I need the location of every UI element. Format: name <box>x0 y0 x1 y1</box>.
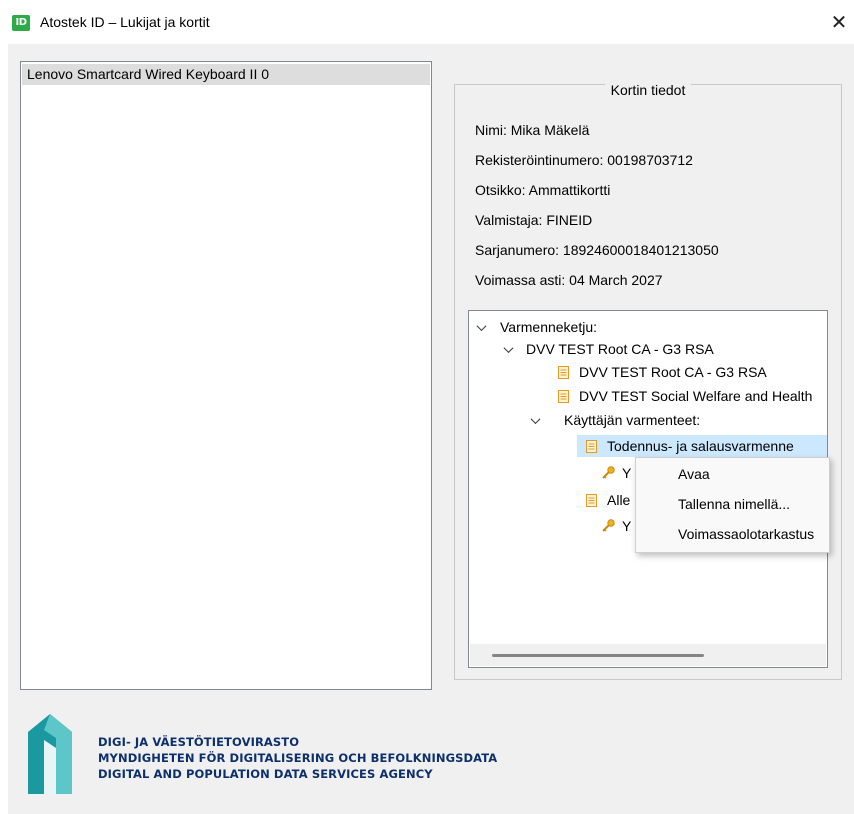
card-holder-name: Nimi: Mika Mäkelä <box>475 122 590 138</box>
tree-node-label: Käyttäjän varmenteet: <box>564 412 701 428</box>
agency-name-sv: MYNDIGHETEN FÖR DIGITALISERING OCH BEFOL… <box>98 751 498 765</box>
tree-node-label: Y <box>622 518 632 534</box>
horizontal-scrollbar[interactable] <box>470 644 826 666</box>
tree-node-label: Todennus- ja salausvarmenne <box>607 438 794 454</box>
id-badge-icon: ID <box>12 15 30 31</box>
menu-item-validity-check[interactable]: Voimassaolotarkastus <box>678 521 814 547</box>
window-title: Atostek ID – Lukijat ja kortit <box>40 14 210 30</box>
card-valid-until: Voimassa asti: 04 March 2027 <box>475 272 663 288</box>
dialog-body: Lenovo Smartcard Wired Keyboard II 0 Kor… <box>8 44 854 814</box>
scrollbar-thumb[interactable] <box>492 654 704 657</box>
tree-node-label: DVV TEST Root CA - G3 RSA <box>526 341 714 357</box>
agency-name-fi: DIGI- JA VÄESTÖTIETOVIRASTO <box>98 735 300 749</box>
tree-node-label: Alle <box>607 492 631 508</box>
card-manufacturer: Valmistaja: FINEID <box>475 212 593 228</box>
reader-list-item[interactable]: Lenovo Smartcard Wired Keyboard II 0 <box>22 64 430 85</box>
key-icon <box>602 466 615 479</box>
tree-node-ca-cert[interactable]: DVV TEST Social Welfare and Health <box>469 385 827 407</box>
close-icon: ✕ <box>830 12 848 34</box>
agency-name-en: DIGITAL AND POPULATION DATA SERVICES AGE… <box>98 767 433 781</box>
tree-node-label: Y <box>622 465 632 481</box>
title-bar: ID Atostek ID – Lukijat ja kortit ✕ <box>0 0 854 44</box>
tree-node-user-certs[interactable]: Käyttäjän varmenteet: <box>469 409 827 431</box>
tree-node-auth-cert[interactable]: Todennus- ja salausvarmenne <box>469 435 827 457</box>
chevron-down-icon[interactable] <box>475 316 487 338</box>
card-info-legend: Kortin tiedot <box>455 82 841 98</box>
certificate-icon <box>586 440 597 453</box>
menu-item-save-as[interactable]: Tallenna nimellä... <box>678 491 790 517</box>
card-title: Otsikko: Ammattikortti <box>475 182 611 198</box>
tree-node-label: DVV TEST Social Welfare and Health <box>579 388 813 404</box>
close-button[interactable]: ✕ <box>824 8 854 38</box>
certificate-icon <box>586 494 597 507</box>
certificate-icon <box>558 366 569 379</box>
certificate-icon <box>558 390 569 403</box>
chevron-down-icon[interactable] <box>529 409 541 431</box>
tree-node-label: Varmenneketju: <box>500 319 598 335</box>
tree-node-chain[interactable]: Varmenneketju: <box>469 316 827 338</box>
tree-node-label: DVV TEST Root CA - G3 RSA <box>579 364 767 380</box>
key-icon <box>602 519 615 532</box>
tree-node-ca-cert[interactable]: DVV TEST Root CA - G3 RSA <box>469 361 827 383</box>
menu-item-open[interactable]: Avaa <box>678 461 710 487</box>
reader-list[interactable]: Lenovo Smartcard Wired Keyboard II 0 <box>20 61 432 690</box>
card-serial-number: Sarjanumero: 18924600018401213050 <box>475 242 719 258</box>
context-menu: Avaa Tallenna nimellä... Voimassaolotark… <box>635 457 830 553</box>
dvv-logo-icon <box>28 714 72 794</box>
tree-node-root-ca[interactable]: DVV TEST Root CA - G3 RSA <box>469 338 827 360</box>
card-info-group: Kortin tiedot Nimi: Mika Mäkelä Rekister… <box>454 82 842 680</box>
registration-number: Rekisteröintinumero: 00198703712 <box>475 152 693 168</box>
chevron-down-icon[interactable] <box>502 338 514 360</box>
